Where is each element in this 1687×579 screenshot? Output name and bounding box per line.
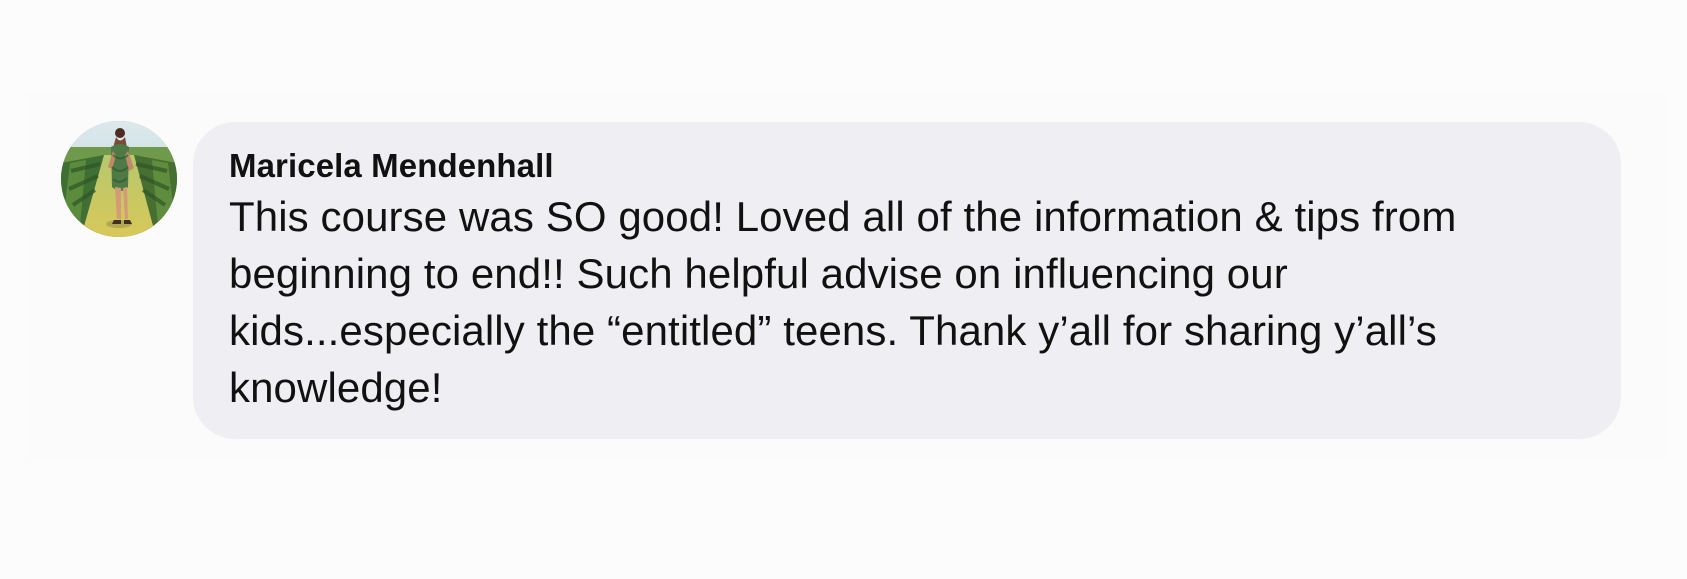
avatar-photo-icon — [61, 121, 177, 237]
avatar[interactable] — [61, 121, 177, 237]
comment-author-name[interactable]: Maricela Mendenhall — [229, 146, 1587, 186]
comment-bubble[interactable]: Maricela Mendenhall This course was SO g… — [193, 122, 1621, 439]
comment-screen: Maricela Mendenhall This course was SO g… — [0, 0, 1687, 579]
comment-text: This course was SO good! Loved all of th… — [229, 193, 1457, 411]
